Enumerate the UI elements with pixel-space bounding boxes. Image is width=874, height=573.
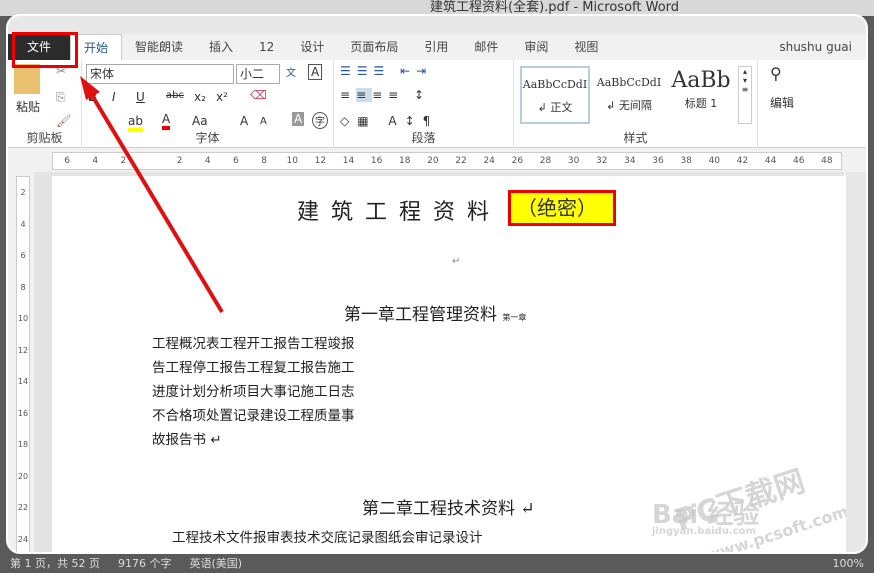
arrow-shaft xyxy=(88,90,224,314)
arrow-head xyxy=(80,76,100,100)
annotation-arrow xyxy=(80,76,224,314)
window-title: 建筑工程资料(全套).pdf - Microsoft Word xyxy=(430,0,680,15)
